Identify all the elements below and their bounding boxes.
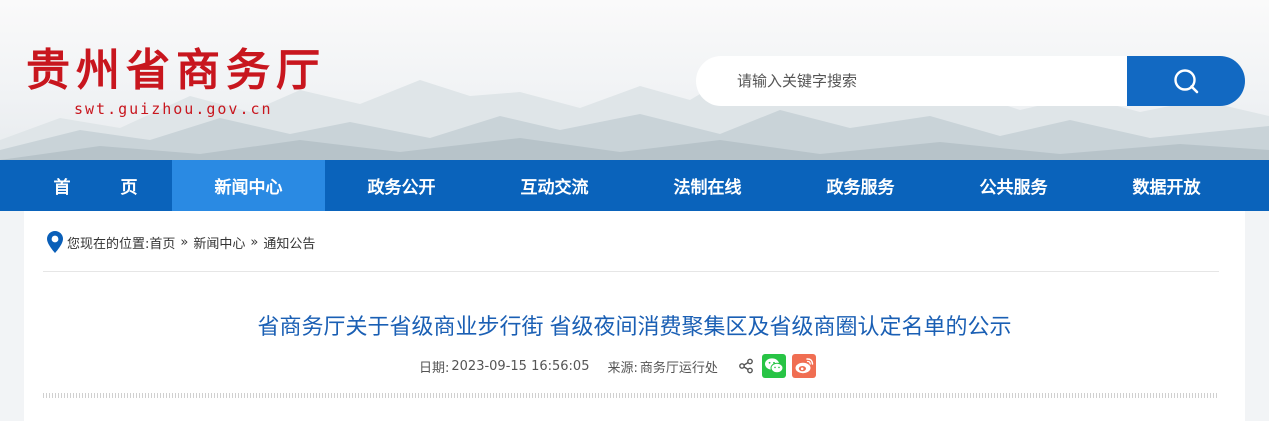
site-logo-domain: swt.guizhou.gov.cn <box>74 100 273 118</box>
breadcrumb-separator: » <box>180 234 189 250</box>
nav-item-gov-affairs-open[interactable]: 政务公开 <box>325 160 478 211</box>
article-panel: 您现在的位置: 首页 » 新闻中心 » 通知公告 省商务厅关于省级商业步行街 省… <box>24 211 1245 421</box>
share-icon[interactable] <box>738 358 754 374</box>
site-header: 贵州省商务厅 swt.guizhou.gov.cn <box>0 0 1269 160</box>
nav-item-open-data[interactable]: 数据开放 <box>1090 160 1243 211</box>
publish-date: 2023-09-15 16:56:05 <box>451 358 590 374</box>
wechat-icon[interactable] <box>761 354 786 378</box>
nav-item-news[interactable]: 新闻中心 <box>172 160 325 211</box>
date-label: 日期: <box>419 360 450 376</box>
location-pin-icon <box>47 231 63 253</box>
breadcrumb-news-link[interactable]: 新闻中心 <box>193 233 245 252</box>
nav-item-public-services[interactable]: 公共服务 <box>937 160 1090 211</box>
nav-item-legal-online[interactable]: 法制在线 <box>631 160 784 211</box>
search-icon <box>1174 69 1199 94</box>
breadcrumb-prefix: 您现在的位置: <box>67 236 150 252</box>
article-meta: 日期: 2023-09-15 16:56:05 来源: 商务厅运行处 <box>419 353 822 379</box>
breadcrumb-separator: » <box>250 234 259 250</box>
article-title: 省商务厅关于省级商业步行街 省级夜间消费聚集区及省级商圈认定名单的公示 <box>257 314 1012 339</box>
source-label: 来源: <box>607 360 638 376</box>
search-button[interactable] <box>1127 56 1245 106</box>
article-source: 商务厅运行处 <box>639 360 718 376</box>
nav-item-interaction[interactable]: 互动交流 <box>478 160 631 211</box>
site-logo-title[interactable]: 贵州省商务厅 <box>26 46 326 96</box>
dotted-divider <box>43 393 1219 398</box>
nav-item-home[interactable]: 首 页 <box>19 160 172 211</box>
nav-item-gov-services[interactable]: 政务服务 <box>784 160 937 211</box>
search-bar <box>696 56 1245 106</box>
breadcrumb: 您现在的位置: 首页 » 新闻中心 » 通知公告 <box>47 231 315 253</box>
main-nav: 首 页 新闻中心 政务公开 互动交流 法制在线 政务服务 公共服务 数据开放 <box>0 160 1269 211</box>
breadcrumb-home-link[interactable]: 首页 <box>149 233 175 252</box>
breadcrumb-notices-link[interactable]: 通知公告 <box>263 233 315 252</box>
divider <box>43 271 1219 272</box>
weibo-icon[interactable] <box>791 354 816 378</box>
search-input[interactable] <box>696 56 1128 106</box>
